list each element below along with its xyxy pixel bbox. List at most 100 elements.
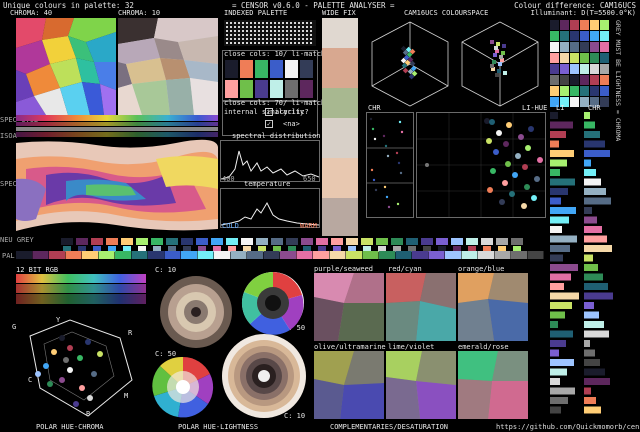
palette-swatch [550, 64, 559, 74]
cam16ucs-colourspace-title: CAM16UCS COLOURSPACE [404, 9, 489, 17]
index-dot [298, 42, 300, 44]
palette-swatch [600, 86, 609, 96]
palette-chip-top [391, 238, 403, 245]
chroma-bar [584, 349, 595, 357]
polar-point [73, 401, 79, 407]
index-dot [242, 42, 244, 44]
li-hue-point [505, 161, 511, 167]
palette-line-cell [247, 251, 263, 259]
index-dot [266, 38, 268, 40]
chroma-10-label: CHROMA: 10 [118, 9, 161, 17]
lightness-bar [550, 216, 569, 224]
index-dot [290, 22, 292, 24]
internal-similarity-check: ✓ [265, 108, 273, 116]
polar-hue-lightness-title: POLAR HUE-LIGHTNESS [178, 423, 259, 431]
palette-line-cell [263, 251, 280, 259]
close-cols-10-label: close cols: 10/ li-match [224, 50, 326, 58]
pal-label: PAL [2, 252, 15, 260]
index-dot [270, 38, 272, 40]
polar-point [67, 367, 73, 373]
palette-chip-top [226, 238, 238, 245]
palette-swatch [590, 64, 599, 74]
close-colour-swatch [270, 80, 283, 98]
wide-fix-label: WIDE FIX [322, 9, 356, 17]
chroma-bar [584, 340, 590, 347]
polar-point [47, 381, 53, 387]
palette-line-cell [445, 251, 461, 259]
index-dot [226, 34, 228, 36]
chroma-bar [584, 207, 592, 214]
index-dot [230, 38, 232, 40]
palette-chip-top [511, 238, 523, 245]
polar-point [77, 355, 83, 361]
colourspace-point [497, 69, 501, 73]
chroma-point [386, 154, 390, 158]
polar-point [87, 395, 93, 401]
index-dot [286, 38, 288, 40]
palette-line-cell [362, 251, 379, 259]
index-dot [238, 22, 240, 24]
chroma-point [397, 161, 401, 165]
index-dot [294, 22, 296, 24]
palette-line-cell [395, 251, 412, 259]
colourspace-point [502, 44, 506, 48]
lightness-bar [550, 378, 560, 385]
index-dot [246, 26, 248, 28]
li-hue-point [521, 203, 527, 209]
palette-chip-top [436, 238, 448, 245]
index-dot [238, 42, 240, 44]
index-dot [274, 34, 276, 36]
colourspace-point [499, 55, 503, 59]
polar-point [63, 357, 69, 363]
polar-point [43, 363, 49, 369]
index-dot [302, 30, 304, 32]
index-dot [262, 34, 264, 36]
index-dot [282, 38, 284, 40]
index-dot [230, 42, 232, 44]
polar-label-m: M [124, 392, 129, 400]
li-hue-point [525, 145, 531, 151]
chroma-bar [584, 330, 609, 338]
palette-chip-top [106, 238, 118, 245]
lightness-chroma-bars [548, 112, 614, 418]
index-dot [230, 34, 232, 36]
checkbox-check-icon: ✓ [265, 120, 273, 128]
palette-swatch [600, 97, 609, 107]
index-dot [270, 22, 272, 24]
palette-chip-top [331, 238, 343, 245]
github-link[interactable]: https://github.com/Quickmomorb/censor [496, 423, 640, 431]
palette-chip-top [121, 238, 133, 245]
lightness-bar [550, 178, 575, 186]
colourspace-point [492, 60, 496, 64]
index-dot [298, 22, 300, 24]
index-dot [286, 30, 288, 32]
palette-line-cell [181, 251, 197, 259]
palette-line-cell [461, 251, 478, 259]
palette-swatch [550, 42, 559, 52]
close-colour-swatch [300, 80, 313, 98]
lightness-bar [550, 131, 566, 138]
index-dot [310, 22, 312, 24]
chroma-bar [584, 178, 601, 186]
index-dot [226, 22, 228, 24]
chroma-10-voronoi [118, 18, 218, 115]
palette-swatch [600, 42, 609, 52]
chroma-bar [584, 302, 594, 309]
chroma-point [369, 117, 373, 121]
palette-swatch [560, 31, 569, 41]
li-hue-point [506, 122, 512, 128]
palette-chip-top [451, 238, 463, 245]
index-dot [226, 26, 228, 28]
colourspace-point [496, 42, 500, 46]
ring-c50-rainbow [152, 356, 214, 418]
palette-line-cell [197, 251, 214, 259]
palette-swatch [600, 75, 609, 85]
li-hue-point [518, 134, 524, 140]
li-hue-label: LI-HUE [522, 104, 548, 112]
index-dot [246, 22, 248, 24]
index-dot [302, 38, 304, 40]
palette-swatch [560, 42, 569, 52]
polar-point [85, 339, 91, 345]
illuminant-readout: Illuminant: D(T=5500.0°K) [530, 9, 636, 17]
index-dot [258, 30, 260, 32]
